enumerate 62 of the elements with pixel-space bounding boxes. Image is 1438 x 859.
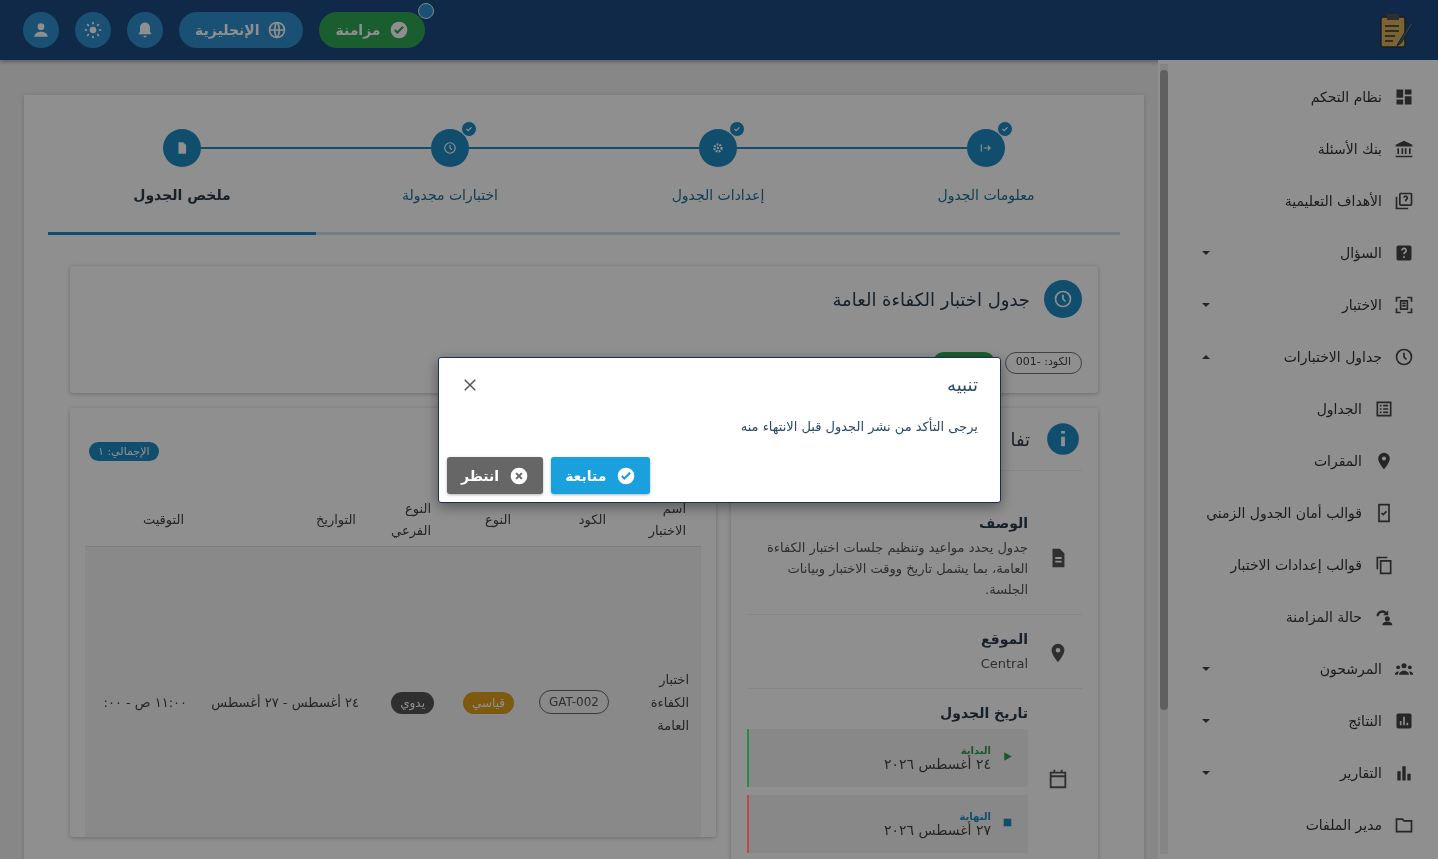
step-tab[interactable]: إعدادات الجدول bbox=[671, 187, 765, 203]
date-label: النهاية bbox=[959, 810, 991, 822]
book-question-icon bbox=[1394, 191, 1414, 211]
info-icon bbox=[1044, 420, 1082, 458]
column-header: النوع الفرعي bbox=[390, 500, 432, 541]
continue-button[interactable]: متابعة bbox=[551, 457, 651, 494]
dialog-message: يرجى التأكد من نشر الجدول قبل الانتهاء منه bbox=[739, 419, 978, 434]
column-header: الكود bbox=[577, 511, 607, 530]
column-header: التواريخ bbox=[314, 511, 357, 530]
column-header: اسم الاختبار bbox=[647, 500, 687, 541]
date-label: البداية bbox=[960, 744, 991, 756]
clock-icon bbox=[1053, 289, 1073, 309]
sun-icon bbox=[83, 20, 103, 40]
table-cell-text: ٢٤ أغسطس - ٢٧ أغسطس bbox=[210, 693, 360, 713]
scrollbar[interactable] bbox=[1160, 64, 1168, 854]
schedule-title: جدول اختبار الكفاءة العامة bbox=[832, 288, 1030, 310]
list-icon bbox=[1374, 399, 1394, 419]
bar-chart-icon bbox=[1394, 763, 1414, 783]
sync-person-icon bbox=[1374, 607, 1394, 627]
notifications-button[interactable] bbox=[127, 12, 163, 48]
scan-document-icon bbox=[1394, 295, 1414, 315]
dashboard-icon bbox=[1394, 87, 1414, 107]
step-tab[interactable]: ملخص الجدول bbox=[133, 187, 231, 203]
details-title: تفا bbox=[1010, 428, 1030, 450]
clock-icon bbox=[1394, 347, 1414, 367]
wait-button[interactable]: انتظر bbox=[447, 457, 544, 494]
play-icon bbox=[1001, 750, 1014, 763]
date-text: ٢٤ أغسطس ٢٠٢٦ bbox=[883, 755, 991, 772]
copy-icon bbox=[1374, 555, 1394, 575]
table-cell-text: اختبار الكفاءة العامة bbox=[649, 670, 690, 735]
table-cell-text: ١١:٠٠ ص - ٠٠: bbox=[102, 693, 188, 713]
user-icon bbox=[31, 20, 51, 40]
clock-icon bbox=[443, 141, 457, 155]
globe-icon bbox=[267, 20, 288, 40]
step-tab[interactable]: اختبارات مجدولة bbox=[402, 187, 498, 203]
check-circle-icon bbox=[616, 465, 637, 486]
date-text: ٢٧ أغسطس ٢٠٢٦ bbox=[883, 821, 991, 838]
section-label: الموقع bbox=[980, 631, 1028, 647]
chart-box-icon bbox=[1394, 711, 1414, 731]
notification-dot bbox=[417, 3, 434, 19]
square-icon bbox=[1001, 816, 1014, 829]
gear-icon bbox=[711, 141, 725, 155]
subtype-chip: يدوي bbox=[391, 691, 434, 714]
question-icon bbox=[1394, 243, 1414, 263]
location-text: Central bbox=[979, 655, 1028, 673]
column-header: النوع bbox=[484, 511, 512, 530]
type-chip: قياسي bbox=[462, 691, 514, 714]
scrollbar-thumb[interactable] bbox=[1160, 70, 1168, 710]
profile-button[interactable] bbox=[23, 12, 59, 48]
theme-button[interactable] bbox=[75, 12, 111, 48]
description-text: جدول يحدد مواعيد وتنظيم جلسات اختبار الكفاءة العامة، بما يشمل تاريخ ووقت الاختبار وبيانات الجلسة. bbox=[766, 539, 1028, 599]
section-label: تاريخ الجدول bbox=[939, 705, 1028, 721]
step-tab[interactable]: معلومات الجدول bbox=[937, 187, 1035, 203]
column-header: التوقيت bbox=[141, 511, 185, 530]
cancel-circle-icon bbox=[509, 465, 530, 486]
folder-icon bbox=[1394, 815, 1414, 835]
dialog-title: تنبيه bbox=[947, 374, 978, 395]
total-badge: الإجمالي: ١ bbox=[89, 441, 159, 461]
bank-icon bbox=[1394, 139, 1414, 159]
calendar-icon bbox=[1047, 768, 1069, 790]
section-label: الوصف bbox=[977, 515, 1028, 531]
check-circle-icon bbox=[388, 20, 409, 40]
